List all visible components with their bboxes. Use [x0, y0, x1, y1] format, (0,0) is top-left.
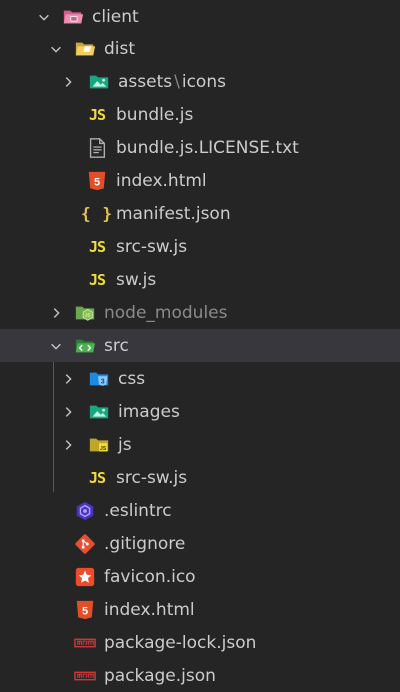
folder-node-icon: JS [74, 302, 96, 324]
file-label: bundle.js.LICENSE.txt [116, 137, 299, 158]
file-gitignore[interactable]: .gitignore [0, 527, 400, 560]
folder-label: src [104, 335, 129, 356]
json-file-icon: { } [81, 204, 113, 223]
file-package-json[interactable]: package.json [0, 659, 400, 692]
html-file-icon: 5 [86, 170, 108, 192]
file-sw-js[interactable]: JS sw.js [0, 263, 400, 296]
file-bundle-license[interactable]: bundle.js.LICENSE.txt [0, 131, 400, 164]
file-label: manifest.json [116, 203, 231, 224]
svg-text:3: 3 [101, 376, 105, 385]
indent-guide [53, 362, 54, 492]
file-label: src-sw.js [116, 467, 188, 488]
file-label: package.json [104, 665, 216, 686]
folder-src[interactable]: src [0, 329, 400, 362]
eslint-icon [74, 500, 96, 522]
file-manifest-json[interactable]: { } manifest.json [0, 197, 400, 230]
npm-icon [74, 632, 96, 654]
file-bundle-js[interactable]: JS bundle.js [0, 98, 400, 131]
file-favicon[interactable]: favicon.ico [0, 560, 400, 593]
folder-javascript-icon: JS [88, 434, 110, 456]
file-label: package-lock.json [104, 632, 257, 653]
file-eslintrc[interactable]: .eslintrc [0, 494, 400, 527]
folder-client[interactable]: client [0, 0, 400, 33]
text-file-icon [86, 137, 108, 159]
chevron-right-icon[interactable] [60, 404, 76, 420]
file-index-html[interactable]: 5 index.html [0, 593, 400, 626]
chevron-right-icon[interactable] [60, 437, 76, 453]
file-label: favicon.ico [104, 566, 196, 587]
folder-label: dist [104, 38, 136, 59]
npm-icon [74, 665, 96, 687]
git-icon [74, 533, 96, 555]
file-label: .eslintrc [104, 500, 172, 521]
file-label: sw.js [116, 269, 157, 290]
folder-css[interactable]: 3 css [0, 362, 400, 395]
chevron-right-icon[interactable] [48, 305, 64, 321]
file-label: index.html [116, 170, 207, 191]
folder-dist[interactable]: dist [0, 32, 400, 65]
folder-label: css [118, 368, 146, 389]
file-label: src-sw.js [116, 236, 188, 257]
svg-text:JS: JS [100, 446, 107, 452]
folder-node-modules[interactable]: JS node_modules [0, 296, 400, 329]
folder-dist-open-icon [74, 38, 96, 60]
file-dist-index-html[interactable]: 5 index.html [0, 164, 400, 197]
svg-text:JS: JS [85, 312, 90, 317]
file-label: index.html [104, 599, 195, 620]
file-src-src-sw-js[interactable]: JS src-sw.js [0, 461, 400, 494]
folder-images[interactable]: images [0, 395, 400, 428]
chevron-right-icon[interactable] [60, 371, 76, 387]
chevron-down-icon[interactable] [48, 338, 64, 354]
folder-src-open-icon [74, 335, 96, 357]
favicon-star-icon [74, 566, 96, 588]
javascript-file-icon: JS [88, 468, 106, 487]
svg-text:5: 5 [82, 605, 88, 617]
chevron-down-icon[interactable] [36, 9, 52, 25]
folder-images-icon [88, 71, 110, 93]
folder-assets-icons[interactable]: assets \ icons [0, 65, 400, 98]
folder-label: js [118, 434, 132, 455]
chevron-right-icon[interactable] [60, 74, 76, 90]
folder-css-icon: 3 [88, 368, 110, 390]
chevron-down-icon[interactable] [48, 41, 64, 57]
html-file-icon: 5 [74, 599, 96, 621]
folder-label: client [92, 6, 139, 27]
javascript-file-icon: JS [88, 237, 106, 256]
folder-label: assets \ icons [118, 71, 226, 92]
file-label: bundle.js [116, 104, 194, 125]
file-label: .gitignore [104, 533, 186, 554]
folder-label: images [118, 401, 180, 422]
svg-text:5: 5 [94, 176, 100, 188]
folder-client-open-icon [62, 6, 84, 28]
javascript-file-icon: JS [88, 105, 106, 124]
folder-label: node_modules [104, 302, 228, 323]
folder-js[interactable]: JS js [0, 428, 400, 461]
file-package-lock-json[interactable]: package-lock.json [0, 626, 400, 659]
javascript-file-icon: JS [88, 270, 106, 289]
path-separator: \ [174, 71, 180, 92]
file-dist-src-sw-js[interactable]: JS src-sw.js [0, 230, 400, 263]
folder-images-icon [88, 401, 110, 423]
